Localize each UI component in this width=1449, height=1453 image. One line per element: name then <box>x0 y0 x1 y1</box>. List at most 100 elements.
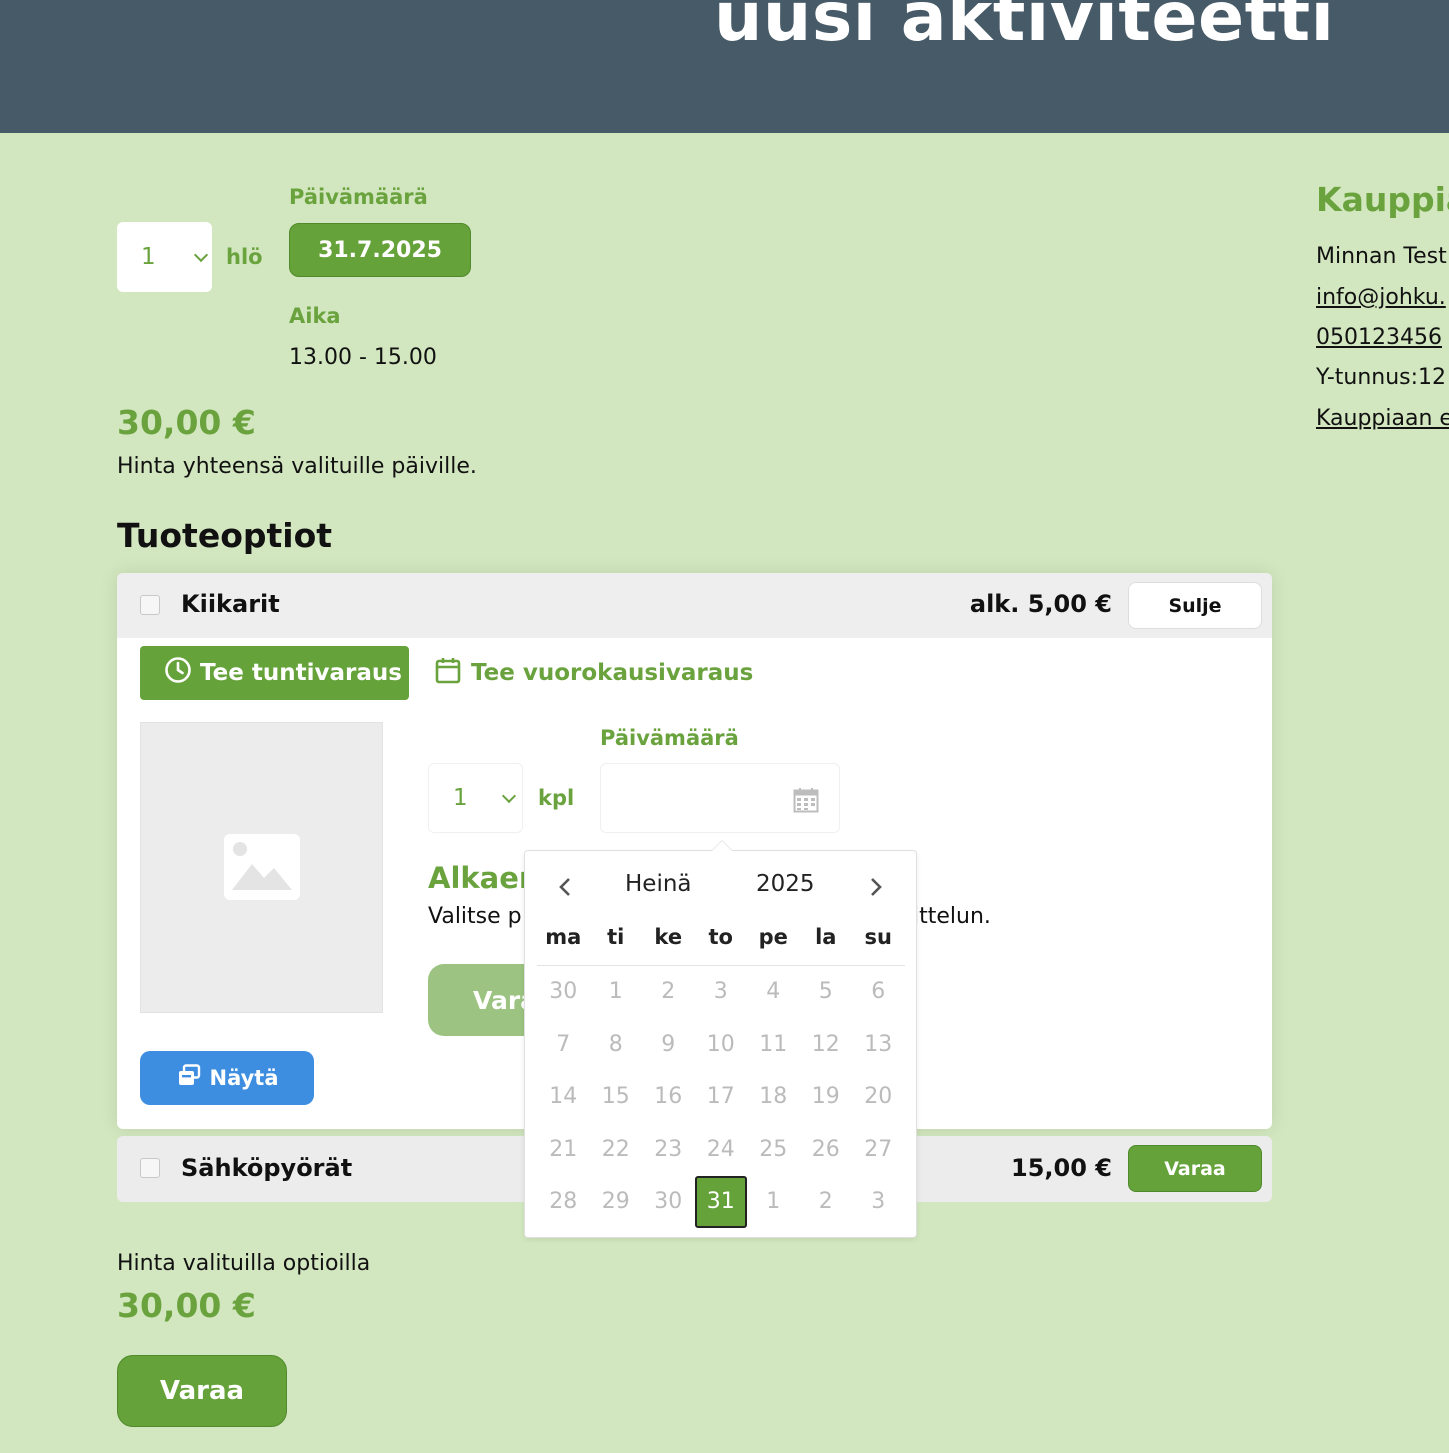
calendar-day: 16 <box>654 1084 683 1109</box>
calendar-week: 30 1 2 3 4 5 6 <box>537 966 905 1019</box>
calendar-day: 26 <box>811 1136 840 1162</box>
datepicker-popup: Heinä 2025 ma ti ke to pe la su 30 1 2 3… <box>524 840 917 1238</box>
calendar-week: 28 29 30 31 1 2 3 <box>537 1176 905 1229</box>
option-price: 15,00 € <box>1011 1154 1112 1182</box>
merchant-email-link[interactable]: info@johku. <box>1316 285 1446 310</box>
calendar-day: 23 <box>654 1136 683 1162</box>
calendar-day: 19 <box>811 1084 840 1109</box>
calendar-day: 3 <box>871 1189 886 1214</box>
option-name: Kiikarit <box>181 590 280 618</box>
option-checkbox[interactable] <box>140 595 160 615</box>
option-quantity-select[interactable]: 1 <box>428 763 523 833</box>
calendar-day: 7 <box>556 1031 571 1057</box>
calendar-grid-icon <box>793 787 819 817</box>
weekday-label: pe <box>758 925 788 949</box>
calendar-day: 2 <box>661 979 676 1004</box>
calendar-day: 3 <box>713 979 728 1004</box>
page-title: uusi aktiviteetti <box>714 0 1335 57</box>
calendar-day: 4 <box>766 979 781 1004</box>
option-date-label: Päivämäärä <box>600 726 739 750</box>
date-label: Päivämäärä <box>289 185 428 209</box>
calendar-day: 1 <box>608 979 623 1004</box>
calendar-day: 29 <box>601 1189 630 1214</box>
merchant-name: Minnan Test <box>1316 244 1447 269</box>
calendar-day: 1 <box>766 1189 781 1214</box>
close-button[interactable]: Sulje <box>1128 582 1262 629</box>
calendar-day: 11 <box>759 1031 788 1057</box>
show-button[interactable]: Näytä <box>140 1051 314 1105</box>
chevron-down-icon <box>193 247 209 262</box>
calendar-icon <box>435 656 461 690</box>
calendar-day: 28 <box>549 1189 578 1214</box>
product-image <box>140 722 383 1013</box>
datepicker-month[interactable]: Heinä <box>625 871 692 897</box>
weekday-label: la <box>815 925 837 949</box>
date-button[interactable]: 31.7.2025 <box>289 223 471 277</box>
calendar-week: 14 15 16 17 18 19 20 <box>537 1071 905 1124</box>
datepicker-year[interactable]: 2025 <box>756 871 815 897</box>
merchant-title: Kauppia <box>1316 180 1449 219</box>
tab-daily-label: Tee vuorokausivaraus <box>471 660 754 686</box>
price-note: Hinta yhteensä valituille päiville. <box>117 454 477 479</box>
instruction-text-end: ittelun. <box>913 904 991 929</box>
tab-hourly-booking[interactable]: Tee tuntivaraus <box>140 646 409 700</box>
weekday-label: su <box>864 925 892 949</box>
clock-icon <box>164 656 192 690</box>
calendar-day: 15 <box>601 1084 630 1109</box>
tab-hourly-label: Tee tuntivaraus <box>200 660 402 686</box>
merchant-business-id: Y-tunnus:12 <box>1316 365 1447 390</box>
calendar-day: 17 <box>706 1084 735 1109</box>
option-price: alk. 5,00 € <box>969 590 1112 618</box>
option-checkbox[interactable] <box>140 1158 160 1178</box>
calendar-day: 24 <box>706 1136 735 1162</box>
calendar-day-selected[interactable]: 31 <box>694 1176 747 1228</box>
calendar-day: 30 <box>654 1189 683 1214</box>
chevron-left-icon <box>559 878 570 896</box>
weekday-header: ma ti ke to pe la su <box>537 921 905 966</box>
option-quantity-unit: kpl <box>538 786 575 810</box>
calendar-week: 7 8 9 10 11 12 13 <box>537 1019 905 1072</box>
gallery-icon <box>176 1063 202 1093</box>
persons-value: 1 <box>141 244 156 270</box>
prev-month-button[interactable] <box>551 873 579 901</box>
merchant-terms-link[interactable]: Kauppiaan e <box>1316 406 1449 431</box>
calendar-day: 22 <box>601 1136 630 1162</box>
chevron-down-icon <box>501 788 517 803</box>
option-card-header: Kiikarit alk. 5,00 € Sulje <box>117 573 1272 638</box>
summary-price: 30,00 € <box>117 1286 256 1325</box>
calendar-day: 27 <box>864 1136 893 1162</box>
page-header: uusi aktiviteetti <box>0 0 1449 133</box>
tab-daily-booking[interactable]: Tee vuorokausivaraus <box>435 653 753 693</box>
merchant-phone-link[interactable]: 050123456 <box>1316 325 1442 350</box>
persons-select[interactable]: 1 <box>117 222 212 292</box>
book-button[interactable]: Varaa <box>117 1355 287 1427</box>
calendar-day: 21 <box>549 1136 578 1162</box>
time-value: 13.00 - 15.00 <box>289 345 437 370</box>
calendar-day: 25 <box>759 1136 788 1162</box>
time-label: Aika <box>289 304 341 328</box>
next-month-button[interactable] <box>862 873 890 901</box>
calendar-day: 14 <box>549 1084 578 1109</box>
calendar-day: 8 <box>608 1031 623 1057</box>
summary-label: Hinta valituilla optioilla <box>117 1251 371 1276</box>
options-title: Tuoteoptiot <box>117 516 333 555</box>
weekday-label: to <box>708 925 733 949</box>
calendar-day: 9 <box>661 1031 676 1057</box>
option-book-button[interactable]: Varaa <box>1128 1145 1262 1192</box>
weekday-label: ke <box>654 925 683 949</box>
calendar-day: 12 <box>811 1031 840 1057</box>
option-quantity-value: 1 <box>453 785 468 811</box>
calendar-day: 18 <box>759 1084 788 1109</box>
calendar-day: 30 <box>549 979 578 1004</box>
calendar-day: 6 <box>871 979 886 1004</box>
datepicker-pointer <box>711 840 733 851</box>
option-date-input[interactable] <box>600 763 840 833</box>
image-placeholder-icon <box>224 834 300 900</box>
datepicker-grid: ma ti ke to pe la su 30 1 2 3 4 5 6 7 8 … <box>537 921 905 1229</box>
chevron-right-icon <box>871 878 882 896</box>
persons-unit: hlö <box>226 245 263 269</box>
weekday-label: ti <box>607 925 625 949</box>
instruction-text-start: Valitse p <box>428 904 522 929</box>
from-price-label: Alkaen <box>428 861 540 895</box>
weekday-label: ma <box>545 925 582 949</box>
